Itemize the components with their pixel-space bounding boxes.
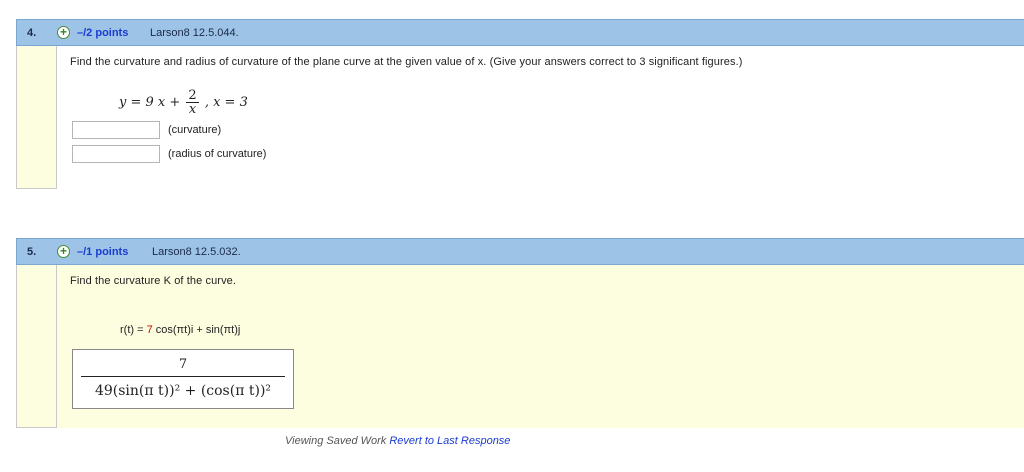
equation-rhs: , x = 3 [204,95,248,110]
answer-fraction[interactable]: 7 49(sin(π t))² + (cos(π t))² [72,349,294,409]
question-5: 5. + –/1 points Larson8 12.5.032. Find t… [16,238,1024,447]
question-number: 4. [27,27,37,39]
equation-lhs: r(t) = [120,324,147,336]
question-prompt: Find the curvature and radius of curvatu… [70,56,743,68]
question-header: 5. + –/1 points Larson8 12.5.032. [16,238,1024,265]
fraction-numerator: 2 [186,88,199,103]
curvature-label: (curvature) [168,124,222,136]
curvature-input[interactable] [72,121,160,139]
saved-work-note: Viewing Saved Work Revert to Last Respon… [285,435,510,447]
question-number: 5. [27,246,37,258]
question-body: Find the curvature K of the curve. r(t) … [56,265,1024,447]
question-reference: Larson8 12.5.032. [152,246,241,258]
revert-link[interactable]: Revert to Last Response [389,435,510,447]
equation-fraction: 2 x [186,88,199,117]
points-label: –/1 points [77,246,129,258]
radius-input[interactable] [72,145,160,163]
answer-numerator: 7 [178,357,188,372]
equation: r(t) = 7 cos(πt)i + sin(πt)j [120,324,240,336]
question-4: 4. + –/2 points Larson8 12.5.044. Find t… [16,19,1024,189]
equation: y = 9 x + 2 x , x = 3 [119,89,248,116]
answer-denominator: 49(sin(π t))² + (cos(π t))² [94,383,272,399]
points-label: –/2 points [77,27,129,39]
equation-lhs: y = 9 x + [119,95,181,110]
plus-circle-icon[interactable]: + [57,26,70,39]
fraction-denominator: x [188,102,197,117]
equation-rest: cos(πt)i + sin(πt)j [152,324,241,336]
plus-circle-icon[interactable]: + [57,245,70,258]
radius-label: (radius of curvature) [168,148,267,160]
question-header: 4. + –/2 points Larson8 12.5.044. [16,19,1024,46]
question-body: Find the curvature and radius of curvatu… [56,46,1024,189]
viewing-saved-text: Viewing Saved Work [285,435,387,447]
question-prompt: Find the curvature K of the curve. [70,275,237,287]
fraction-bar [81,376,285,377]
question-reference: Larson8 12.5.044. [150,27,239,39]
